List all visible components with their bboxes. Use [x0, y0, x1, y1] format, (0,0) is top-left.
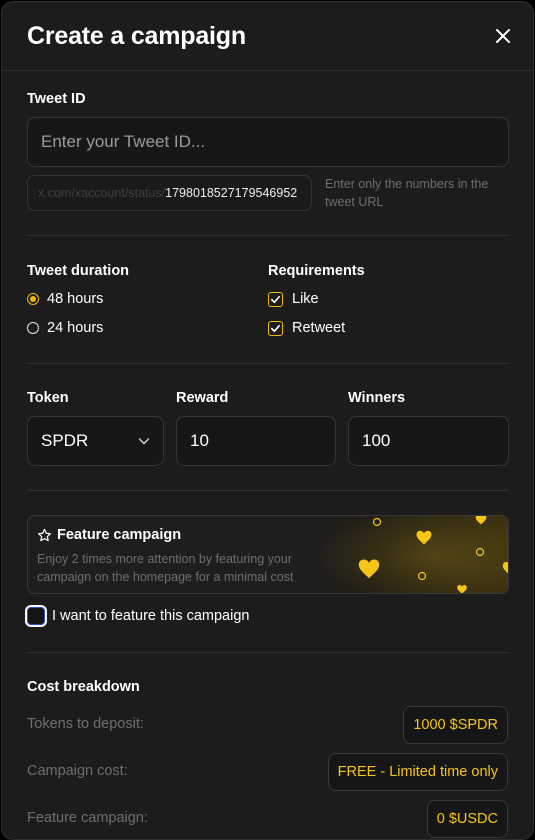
- tweet-id-input[interactable]: [27, 117, 509, 167]
- reward-input[interactable]: [176, 416, 336, 466]
- radio-24-hours[interactable]: 24 hours: [27, 320, 103, 336]
- campaign-cost-value: FREE - Limited time only: [327, 753, 508, 791]
- url-prefix: x.com/xaccount/status/: [38, 186, 166, 200]
- feature-campaign-description: Enjoy 2 times more attention by featurin…: [37, 552, 294, 584]
- campaign-cost-label: Campaign cost:: [27, 763, 128, 779]
- feature-campaign-title: Feature campaign: [37, 527, 181, 543]
- cost-breakdown-title: Cost breakdown: [27, 679, 140, 695]
- modal-title: Create a campaign: [27, 22, 246, 50]
- tokens-to-deposit-value: 1000 $SPDR: [403, 706, 508, 744]
- requirement-retweet-checkbox[interactable]: Retweet: [268, 320, 345, 336]
- radio-48-hours[interactable]: 48 hours: [27, 291, 103, 307]
- hearts-decoration-icon: [318, 516, 508, 593]
- winners-label: Winners: [348, 390, 406, 406]
- checkbox-checked-icon: [268, 291, 283, 307]
- close-button[interactable]: [491, 24, 515, 48]
- winners-input[interactable]: [348, 416, 509, 466]
- feature-campaign-card: Feature campaign Enjoy 2 times more atte…: [27, 515, 509, 594]
- modal-header: Create a campaign: [2, 2, 533, 71]
- divider: [27, 652, 509, 653]
- divider: [27, 490, 509, 491]
- token-select[interactable]: SPDR: [27, 416, 164, 466]
- requirement-like-checkbox[interactable]: Like: [268, 291, 319, 307]
- checkbox-unchecked-icon: [27, 607, 45, 625]
- chevron-down-icon: [138, 438, 150, 445]
- url-tweet-id: 1798018527179546952: [165, 186, 298, 200]
- tweet-duration-label: Tweet duration: [27, 263, 130, 279]
- checkbox-label: Retweet: [292, 320, 346, 336]
- tweet-id-hint: Enter only the numbers in the tweet URL: [325, 177, 489, 209]
- star-icon: [37, 528, 52, 541]
- feature-campaign-checkbox[interactable]: I want to feature this campaign: [27, 607, 249, 625]
- checkbox-label: Like: [292, 291, 319, 307]
- token-selected-value: SPDR: [41, 431, 89, 450]
- feature-title-text: Feature campaign: [57, 527, 182, 543]
- divider: [27, 363, 509, 364]
- requirements-label: Requirements: [268, 263, 365, 279]
- tweet-url-example: x.com/xaccount/status/179801852717954695…: [27, 175, 312, 211]
- radio-label: 48 hours: [47, 291, 104, 307]
- tweet-id-label: Tweet ID: [27, 91, 86, 107]
- close-icon: [496, 29, 510, 43]
- token-label: Token: [27, 390, 69, 406]
- radio-selected-icon: [27, 293, 39, 305]
- reward-label: Reward: [176, 390, 229, 406]
- radio-unselected-icon: [27, 322, 39, 334]
- create-campaign-modal: Create a campaign Tweet ID x.com/xaccoun…: [1, 1, 534, 840]
- feature-campaign-cost-label: Feature campaign:: [27, 810, 148, 826]
- tokens-to-deposit-label: Tokens to deposit:: [27, 716, 144, 732]
- feature-checkbox-label: I want to feature this campaign: [52, 608, 250, 624]
- feature-campaign-cost-value: 0 $USDC: [426, 800, 508, 838]
- radio-label: 24 hours: [47, 320, 104, 336]
- divider: [27, 235, 509, 236]
- checkbox-checked-icon: [268, 320, 283, 336]
